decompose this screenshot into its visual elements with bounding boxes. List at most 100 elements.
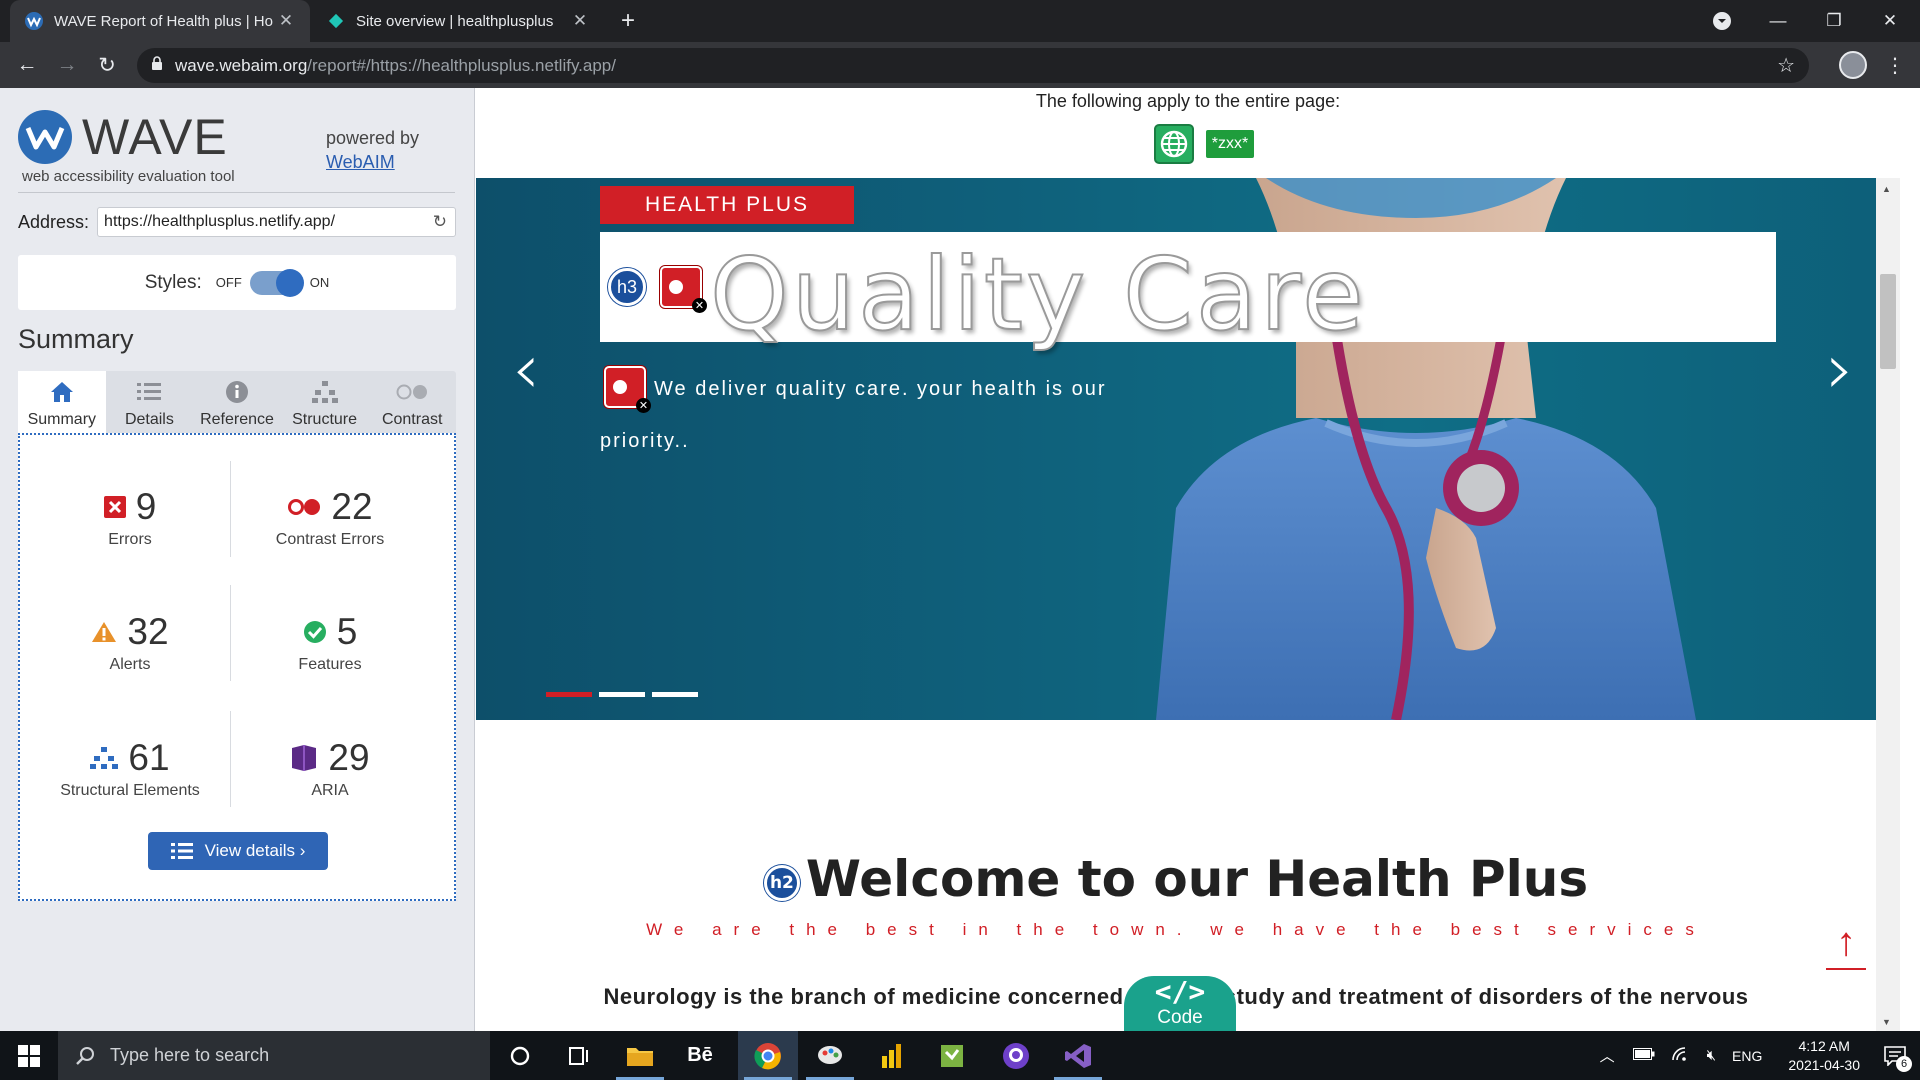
windows-start-icon[interactable] bbox=[0, 1031, 58, 1080]
minimize-button[interactable]: — bbox=[1750, 0, 1806, 42]
language-globe-icon[interactable] bbox=[1154, 124, 1194, 164]
address-value: https://healthplusplus.netlify.app/ bbox=[104, 213, 336, 230]
carousel-indicator[interactable] bbox=[546, 692, 592, 697]
stat-aria[interactable]: 29 ARIA bbox=[230, 736, 430, 800]
wave-favicon-icon bbox=[24, 11, 44, 31]
carousel-next-icon[interactable]: › bbox=[1826, 328, 1854, 410]
restore-button[interactable]: ❐ bbox=[1806, 0, 1862, 42]
heading-h3-icon[interactable]: h3 bbox=[608, 268, 646, 306]
tray-chevron-icon[interactable]: ︿ bbox=[1600, 1045, 1615, 1066]
task-view-icon[interactable] bbox=[550, 1031, 610, 1080]
tab-contrast[interactable]: Contrast bbox=[368, 371, 456, 433]
notification-icon[interactable]: 6 bbox=[1884, 1045, 1912, 1072]
battery-icon[interactable] bbox=[1632, 1047, 1655, 1064]
hero-badge: HEALTH PLUS bbox=[600, 186, 854, 224]
profile-avatar[interactable] bbox=[1839, 51, 1867, 79]
stat-alerts[interactable]: 32 Alerts bbox=[30, 610, 230, 674]
visual-studio-icon[interactable] bbox=[1048, 1031, 1108, 1080]
wave-logo-icon bbox=[18, 110, 72, 164]
tab-close-icon[interactable]: ✕ bbox=[570, 11, 590, 31]
tab-details[interactable]: Details bbox=[106, 371, 194, 433]
address-bar[interactable]: wave.webaim.org/report#/https://healthpl… bbox=[137, 48, 1809, 83]
taskbar-clock[interactable]: 4:12 AM 2021-04-30 bbox=[1788, 1037, 1860, 1075]
browser-menu-icon[interactable]: ⋮ bbox=[1880, 50, 1910, 80]
code-toggle-button[interactable]: </> Code bbox=[1124, 976, 1236, 1031]
tab-close-icon[interactable]: ✕ bbox=[276, 11, 296, 31]
summary-panel: 9 Errors 22 Contrast Errors 32 Alerts 5 … bbox=[18, 433, 456, 901]
tab-search-icon[interactable] bbox=[1694, 0, 1750, 42]
wifi-icon[interactable] bbox=[1671, 1046, 1691, 1066]
close-window-button[interactable]: ✕ bbox=[1862, 0, 1918, 42]
styles-on-label: ON bbox=[309, 275, 330, 290]
page-scrollbar[interactable]: ▲ ▼ bbox=[1876, 178, 1900, 1031]
stat-features[interactable]: 5 Features bbox=[230, 610, 430, 674]
tab-reference[interactable]: Reference bbox=[193, 371, 281, 433]
errors-count: 9 bbox=[135, 486, 157, 527]
browser-tab-bar: WAVE Report of Health plus | Ho ✕ Site o… bbox=[0, 0, 1920, 42]
stat-errors[interactable]: 9 Errors bbox=[30, 485, 230, 549]
hero-title-box: h3 ✕ Quality Care bbox=[600, 232, 1776, 354]
styles-toggle[interactable] bbox=[249, 268, 304, 297]
system-tray: ︿ 🔇︎ ENG 4:12 AM 2021-04-30 6 bbox=[1590, 1031, 1920, 1080]
feature-check-icon bbox=[303, 620, 327, 644]
volume-muted-icon[interactable]: 🔇︎ bbox=[1707, 1047, 1716, 1064]
tab-structure[interactable]: Structure bbox=[281, 371, 369, 433]
power-bi-icon[interactable] bbox=[862, 1031, 922, 1080]
github-desktop-icon[interactable] bbox=[986, 1031, 1046, 1080]
structure-icon bbox=[90, 746, 119, 770]
structure-icon bbox=[311, 377, 338, 407]
hero-carousel: HEALTH PLUS h3 ✕ Quality Care ✕ We deliv… bbox=[476, 178, 1900, 720]
back-icon[interactable]: ← bbox=[12, 50, 42, 80]
scroll-thumb[interactable] bbox=[1880, 274, 1896, 369]
url-path: /report#/https://healthplusplus.netlify.… bbox=[307, 55, 616, 75]
address-row: Address: https://healthplusplus.netlify.… bbox=[18, 206, 456, 238]
webaim-link[interactable]: WebAIM bbox=[326, 152, 395, 172]
taskbar-search[interactable]: Type here to search bbox=[58, 1031, 490, 1080]
address-input[interactable]: https://healthplusplus.netlify.app/ ↻ bbox=[97, 207, 456, 237]
new-tab-button[interactable]: + bbox=[608, 0, 648, 42]
file-explorer-icon[interactable] bbox=[610, 1031, 670, 1080]
heading-h2-icon[interactable]: h2 bbox=[763, 864, 800, 901]
tab-title: Site overview | healthplusplus bbox=[356, 12, 554, 30]
divider bbox=[18, 192, 455, 193]
styles-off-label: OFF bbox=[215, 275, 242, 290]
behance-icon[interactable]: Bē bbox=[670, 1031, 730, 1080]
powered-by: powered by WebAIM bbox=[326, 126, 419, 174]
view-details-button[interactable]: View details › bbox=[148, 832, 328, 870]
list-icon bbox=[137, 377, 162, 407]
language-badge[interactable]: *zxx* bbox=[1206, 130, 1254, 158]
paint-app-icon[interactable] bbox=[800, 1031, 860, 1080]
cortana-icon[interactable] bbox=[490, 1031, 550, 1080]
tab-label: Details bbox=[124, 411, 174, 428]
dev-tool-icon[interactable] bbox=[922, 1031, 982, 1080]
tab-summary[interactable]: Summary bbox=[18, 371, 106, 433]
contrast-error-flag-icon[interactable]: ✕ bbox=[660, 266, 707, 313]
search-icon bbox=[76, 1046, 96, 1066]
tab-wave-report[interactable]: WAVE Report of Health plus | Ho ✕ bbox=[10, 0, 310, 42]
refresh-icon[interactable]: ↻ bbox=[433, 212, 447, 232]
chrome-icon[interactable] bbox=[738, 1031, 798, 1080]
wave-tabs: Summary Details Reference Structure Cont… bbox=[18, 371, 456, 433]
structural-count: 61 bbox=[128, 737, 170, 778]
back-to-top-icon[interactable]: ↑ bbox=[1826, 920, 1866, 970]
forward-icon[interactable]: → bbox=[52, 50, 82, 80]
netlify-favicon-icon bbox=[326, 11, 346, 31]
carousel-prev-icon[interactable]: ‹ bbox=[512, 328, 540, 410]
features-count: 5 bbox=[336, 611, 358, 652]
input-language[interactable]: ENG bbox=[1732, 1048, 1762, 1064]
stat-contrast-errors[interactable]: 22 Contrast Errors bbox=[230, 485, 430, 549]
scroll-down-icon[interactable]: ▼ bbox=[1882, 1017, 1891, 1027]
bookmark-star-icon[interactable]: ☆ bbox=[1777, 53, 1795, 78]
carousel-indicator[interactable] bbox=[652, 692, 698, 697]
contrast-error-icon bbox=[287, 498, 321, 516]
aria-icon bbox=[290, 744, 318, 772]
tab-site-overview[interactable]: Site overview | healthplusplus ✕ bbox=[312, 0, 604, 42]
structural-label: Structural Elements bbox=[60, 782, 200, 799]
stat-structural[interactable]: 61 Structural Elements bbox=[30, 736, 230, 800]
info-icon bbox=[225, 377, 249, 407]
carousel-indicator[interactable] bbox=[599, 692, 645, 697]
alerts-count: 32 bbox=[127, 611, 169, 652]
reload-icon[interactable]: ↻ bbox=[92, 50, 122, 80]
tab-label: Structure bbox=[292, 411, 358, 428]
scroll-up-icon[interactable]: ▲ bbox=[1882, 184, 1891, 194]
